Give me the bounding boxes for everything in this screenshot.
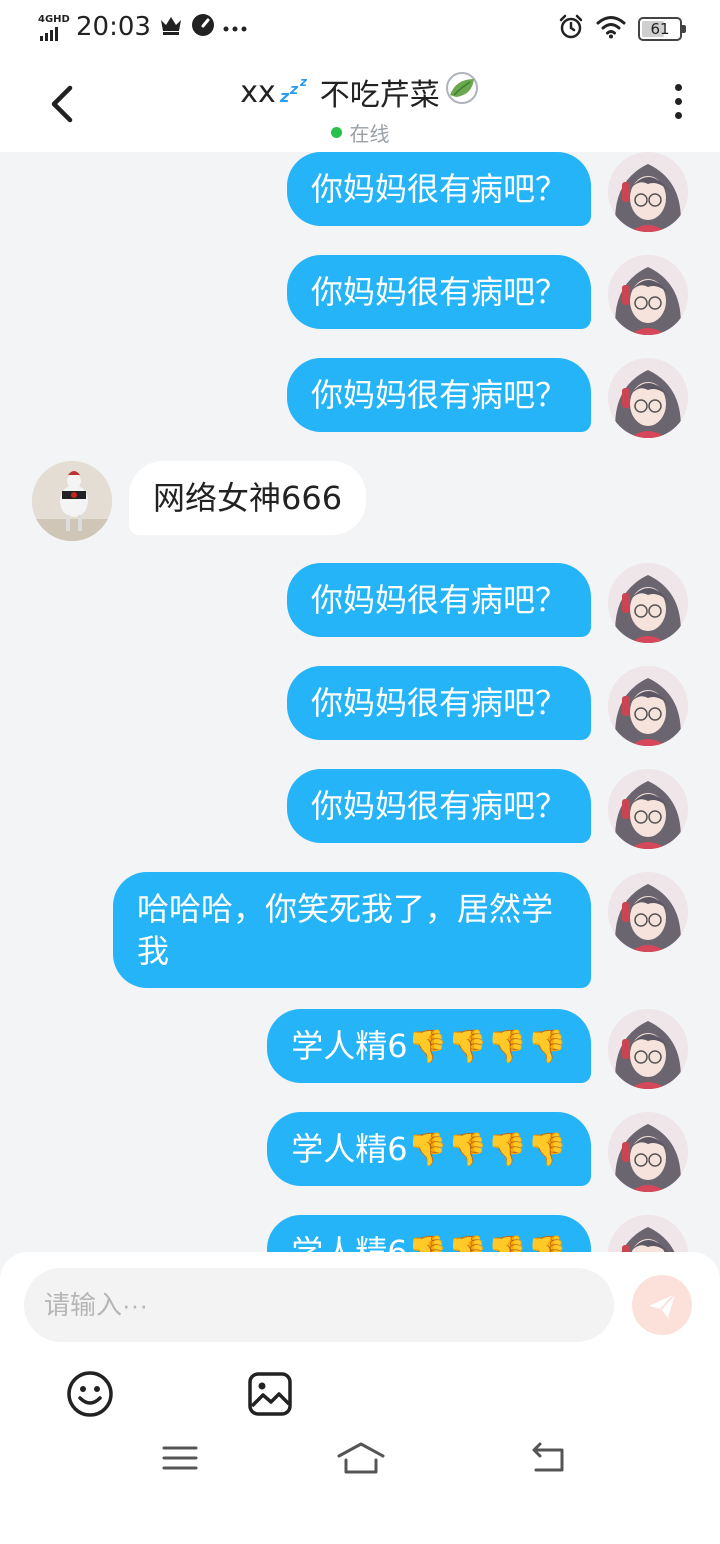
message-input[interactable]	[24, 1268, 614, 1342]
back-icon	[532, 1442, 564, 1472]
chat-header: xx zzz 不吃芹菜 在线	[0, 56, 720, 152]
emoji-button[interactable]	[64, 1368, 116, 1420]
more-options-button[interactable]	[672, 84, 684, 124]
menu-icon	[162, 1446, 198, 1470]
back-chevron-icon	[51, 85, 73, 123]
speedometer-icon	[191, 13, 215, 41]
my-avatar[interactable]	[608, 152, 688, 232]
my-avatar[interactable]	[608, 358, 688, 438]
menu-button[interactable]	[160, 1440, 200, 1476]
back-nav-button[interactable]	[528, 1440, 568, 1476]
message-list[interactable]: 你妈妈很有病吧？ 你妈妈很有病吧？ 你妈妈很有病吧？ 网络女神666 你妈妈很有…	[0, 152, 720, 1252]
my-avatar[interactable]	[608, 1215, 688, 1252]
my-avatar[interactable]	[608, 1009, 688, 1089]
image-button[interactable]	[244, 1368, 296, 1420]
my-avatar[interactable]	[608, 255, 688, 335]
message-bubble-sent[interactable]: 你妈妈很有病吧？	[286, 255, 591, 329]
page-title: xx zzz 不吃芹菜	[240, 70, 480, 114]
battery-level: 61	[650, 20, 670, 38]
title-name: 不吃芹菜	[319, 78, 440, 113]
send-icon	[649, 1293, 676, 1318]
message-bubble-sent[interactable]: 你妈妈很有病吧？	[286, 769, 591, 843]
leaf-icon	[444, 71, 480, 113]
message-bubble-sent[interactable]: 你妈妈很有病吧？	[286, 666, 591, 740]
image-icon	[248, 1372, 292, 1416]
more-dots-icon	[223, 18, 247, 37]
message-bubble-sent[interactable]: 你妈妈很有病吧？	[286, 152, 591, 226]
message-bubble-received[interactable]: 网络女神666	[129, 461, 367, 535]
status-bar: 4GHD 20:03 61	[0, 0, 720, 56]
home-icon	[337, 1442, 385, 1474]
my-avatar[interactable]	[608, 769, 688, 849]
clock: 20:03	[76, 12, 151, 42]
my-avatar[interactable]	[608, 563, 688, 643]
network-label: 4GHD	[38, 14, 70, 25]
svg-text:z: z	[299, 75, 308, 89]
svg-text:z: z	[289, 82, 299, 98]
message-bubble-sent[interactable]: 你妈妈很有病吧？	[286, 358, 591, 432]
online-status: 在线	[150, 118, 570, 147]
svg-text:z: z	[280, 87, 290, 104]
more-vertical-icon	[672, 84, 684, 119]
emoji-icon	[67, 1371, 113, 1417]
crown-icon	[159, 15, 183, 39]
network-indicator: 4GHD	[38, 13, 70, 41]
message-bubble-sent[interactable]: 学人精6👎👎👎👎	[267, 1112, 591, 1186]
message-bubble-sent[interactable]: 哈哈哈，你笑死我了，居然学我	[113, 872, 591, 988]
message-bubble-sent[interactable]: 你妈妈很有病吧？	[286, 563, 591, 637]
contact-avatar[interactable]	[32, 461, 112, 541]
wifi-icon	[596, 15, 626, 43]
my-avatar[interactable]	[608, 1112, 688, 1192]
home-button[interactable]	[336, 1440, 386, 1476]
back-button[interactable]	[40, 78, 88, 130]
title-prefix: xx	[240, 74, 276, 110]
send-button[interactable]	[632, 1275, 692, 1335]
alarm-icon	[558, 14, 584, 44]
zzz-icon: zzz	[279, 74, 316, 110]
battery-icon: 61	[638, 17, 686, 41]
message-bubble-sent[interactable]: 学人精6👎👎👎👎	[267, 1215, 591, 1252]
composer	[0, 1252, 720, 1544]
online-status-label: 在线	[349, 122, 390, 146]
my-avatar[interactable]	[608, 872, 688, 952]
signal-icon	[40, 27, 58, 41]
message-bubble-sent[interactable]: 学人精6👎👎👎👎	[267, 1009, 591, 1083]
online-dot-icon	[330, 127, 342, 138]
my-avatar[interactable]	[608, 666, 688, 746]
